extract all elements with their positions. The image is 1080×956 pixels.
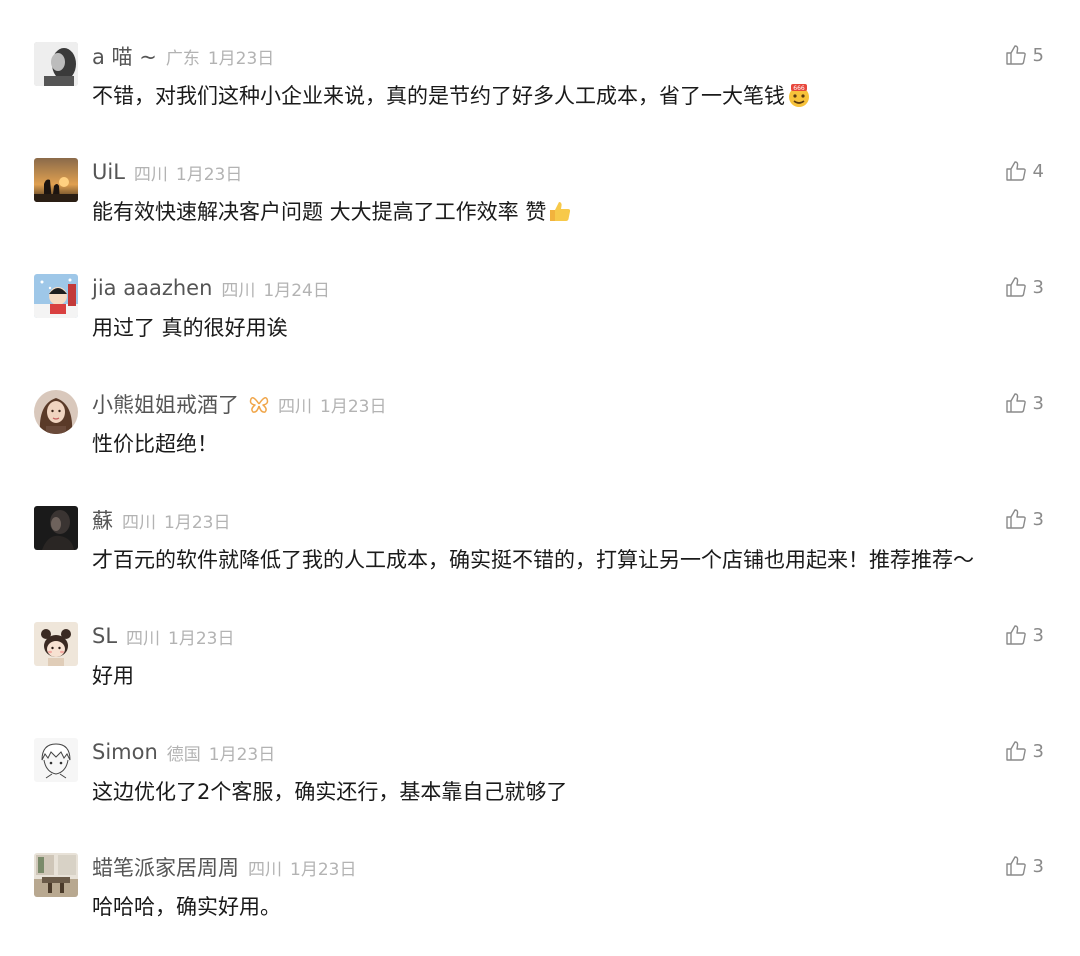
like-button[interactable]: 3: [1005, 624, 1044, 646]
date: 1月23日: [208, 744, 276, 765]
like-count: 3: [1032, 276, 1044, 298]
comment-item: 小熊姐姐戒酒了 四川 1月23日 性价比超绝！ 3: [0, 390, 1080, 490]
like-button[interactable]: 4: [1005, 160, 1044, 182]
location: 四川: [221, 280, 256, 301]
date: 1月23日: [175, 164, 243, 185]
thumbs-up-icon: [1005, 855, 1027, 877]
username[interactable]: 蜡笔派家居周周: [92, 852, 239, 882]
thumbs-up-icon: [1005, 740, 1027, 762]
like-button[interactable]: 3: [1005, 392, 1044, 414]
comment-text-content: 用过了 真的很好用诶: [92, 316, 288, 340]
user-avatar[interactable]: [34, 158, 78, 202]
comment-text-content: 能有效快速解决客户问题 大大提高了工作效率 赞: [92, 200, 547, 224]
location: 广东: [165, 48, 200, 69]
thumbs-up-icon: [1005, 508, 1027, 530]
comment-text-content: 哈哈哈，确实好用。: [92, 895, 281, 919]
666-face-emoji-icon: 666: [786, 82, 812, 108]
comment-text: 用过了 真的很好用诶: [92, 312, 288, 342]
location: 四川: [122, 512, 156, 533]
date: 1月23日: [168, 628, 235, 649]
comment-item: SL 四川 1月23日 好用 3: [0, 622, 1080, 722]
comment-item: a 喵 ~ 广东 1月23日 不错，对我们这种小企业来说，真的是节约了好多人工成…: [0, 42, 1080, 142]
comment-meta: 小熊姐姐戒酒了 四川 1月23日: [92, 390, 386, 418]
comment-text: 能有效快速解决客户问题 大大提高了工作效率 赞: [92, 196, 573, 226]
location: 四川: [126, 628, 161, 649]
comment-text-content: 不错，对我们这种小企业来说，真的是节约了好多人工成本，省了一大笔钱: [92, 84, 785, 108]
thumbs-up-icon: [1005, 44, 1027, 66]
date: 1月24日: [263, 280, 330, 301]
butterfly-badge-icon: [249, 394, 269, 414]
comment-item: Simon 德国 1月23日 这边优化了2个客服，确实还行，基本靠自己就够了 3: [0, 738, 1080, 838]
like-button[interactable]: 5: [1005, 44, 1044, 66]
user-avatar[interactable]: [34, 506, 78, 550]
username[interactable]: a 喵 ~: [92, 41, 157, 71]
user-avatar[interactable]: [34, 622, 78, 666]
comment-meta: jia aaazhen 四川 1月24日: [92, 274, 330, 302]
date: 1月23日: [320, 396, 387, 417]
comment-meta: SL 四川 1月23日: [92, 622, 234, 650]
thumbs-up-icon: [1005, 624, 1027, 646]
comment-text-content: 这边优化了2个客服，确实还行，基本靠自己就够了: [92, 780, 568, 804]
comment-meta: 蘇 四川 1月23日: [92, 506, 230, 534]
like-count: 5: [1032, 44, 1044, 66]
comment-item: jia aaazhen 四川 1月24日 用过了 真的很好用诶 3: [0, 274, 1080, 374]
like-count: 4: [1032, 160, 1044, 182]
location: 四川: [278, 396, 312, 417]
comment-item: 蘇 四川 1月23日 才百元的软件就降低了我的人工成本，确实挺不错的，打算让另一…: [0, 506, 1080, 606]
location: 四川: [248, 859, 282, 880]
username[interactable]: 蘇: [92, 505, 113, 535]
comment-text-content: 性价比超绝！: [92, 432, 218, 456]
comment-text-content: 好用: [92, 664, 134, 688]
like-count: 3: [1032, 740, 1044, 762]
comment-meta: 蜡笔派家居周周 四川 1月23日: [92, 853, 356, 881]
thumbs-up-icon: [1005, 276, 1027, 298]
comment-item: UiL 四川 1月23日 能有效快速解决客户问题 大大提高了工作效率 赞 4: [0, 158, 1080, 258]
thumbs-up-icon: [1005, 392, 1027, 414]
comment-meta: a 喵 ~ 广东 1月23日: [92, 42, 274, 70]
like-count: 3: [1032, 392, 1044, 414]
like-count: 3: [1032, 855, 1044, 877]
like-button[interactable]: 3: [1005, 855, 1044, 877]
comment-text-content: 才百元的软件就降低了我的人工成本，确实挺不错的，打算让另一个店铺也用起来！推荐推…: [92, 548, 974, 572]
thumbs-up-emoji-icon: [547, 198, 573, 224]
like-button[interactable]: 3: [1005, 276, 1044, 298]
thumbs-up-icon: [1005, 160, 1027, 182]
user-avatar[interactable]: [34, 390, 78, 434]
comment-text: 才百元的软件就降低了我的人工成本，确实挺不错的，打算让另一个店铺也用起来！推荐推…: [92, 544, 974, 574]
username[interactable]: SL: [92, 624, 117, 648]
username[interactable]: Simon: [92, 740, 158, 764]
like-count: 3: [1032, 508, 1044, 530]
comment-item: 蜡笔派家居周周 四川 1月23日 哈哈哈，确实好用。 3: [0, 853, 1080, 953]
like-count: 3: [1032, 624, 1044, 646]
user-avatar[interactable]: [34, 274, 78, 318]
user-avatar[interactable]: [34, 853, 78, 897]
date: 1月23日: [164, 512, 231, 533]
username[interactable]: UiL: [92, 160, 125, 184]
username[interactable]: 小熊姐姐戒酒了: [92, 389, 239, 419]
date: 1月23日: [207, 48, 275, 69]
like-button[interactable]: 3: [1005, 740, 1044, 762]
user-avatar[interactable]: [34, 42, 78, 86]
like-button[interactable]: 3: [1005, 508, 1044, 530]
comment-text: 哈哈哈，确实好用。: [92, 891, 281, 921]
comment-text: 这边优化了2个客服，确实还行，基本靠自己就够了: [92, 776, 567, 806]
comment-meta: Simon 德国 1月23日: [92, 738, 275, 766]
comment-text: 性价比超绝！: [92, 428, 218, 458]
user-avatar[interactable]: [34, 738, 78, 782]
comment-text: 不错，对我们这种小企业来说，真的是节约了好多人工成本，省了一大笔钱 666: [92, 80, 812, 110]
location: 四川: [133, 164, 168, 185]
comment-text: 好用: [92, 660, 134, 690]
date: 1月23日: [290, 859, 357, 880]
svg-text:666: 666: [793, 85, 805, 92]
username[interactable]: jia aaazhen: [92, 276, 212, 300]
location: 德国: [166, 744, 201, 765]
comment-meta: UiL 四川 1月23日: [92, 158, 242, 186]
